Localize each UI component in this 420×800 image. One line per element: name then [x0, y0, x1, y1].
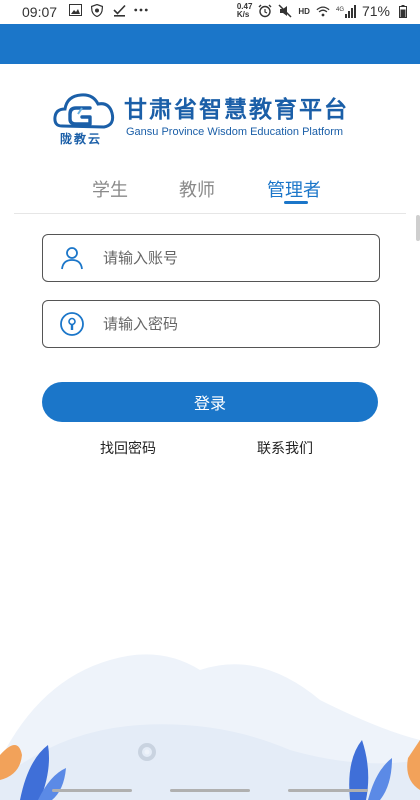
net-speed: 0.47 K/s — [236, 2, 253, 19]
wifi-icon — [316, 4, 330, 18]
password-field[interactable] — [42, 300, 380, 348]
signal-icon: 4G — [336, 4, 356, 18]
svg-text:4G: 4G — [336, 7, 344, 13]
bottom-decoration — [0, 654, 420, 800]
header-bar — [0, 24, 420, 64]
password-input[interactable] — [101, 314, 355, 334]
contact-us-link[interactable]: 联系我们 — [257, 438, 313, 458]
active-tab-indicator — [284, 201, 308, 204]
account-field[interactable] — [42, 234, 380, 282]
hd-label: HD — [298, 6, 310, 16]
tab-student[interactable]: 学生 — [92, 176, 128, 202]
gallery-icon — [68, 3, 82, 17]
forgot-password-link[interactable]: 找回密码 — [100, 438, 156, 458]
tab-teacher[interactable]: 教师 — [179, 176, 215, 202]
tab-administrator[interactable]: 管理者 — [267, 176, 321, 202]
login-button[interactable]: 登录 — [42, 382, 378, 422]
nav-recent-handle[interactable] — [288, 789, 368, 792]
platform-logo: 陇教云 甘肃省智慧教育平台 Gansu Province Wisdom Educ… — [52, 86, 372, 152]
role-tabs: 学生 教师 管理者 — [0, 172, 420, 212]
user-icon — [59, 245, 85, 271]
battery-icon — [396, 4, 410, 18]
status-bar: 09:07 0.47 K/s HD 4G 71% — [0, 0, 420, 24]
more-icon — [134, 3, 148, 17]
lock-icon — [59, 311, 85, 337]
battery-percent: 71% — [361, 3, 390, 19]
logo-sub-label: 陇教云 — [60, 132, 103, 146]
nav-back-handle[interactable] — [52, 789, 132, 792]
account-input[interactable] — [101, 248, 355, 268]
shield-icon — [90, 3, 104, 17]
nav-home-handle[interactable] — [170, 789, 250, 792]
tabs-divider — [14, 213, 406, 214]
scroll-handle[interactable] — [416, 215, 420, 241]
alarm-icon — [258, 4, 272, 18]
mute-icon — [278, 4, 292, 18]
logo-subtitle-en: Gansu Province Wisdom Education Platform — [126, 126, 344, 138]
logo-title: 甘肃省智慧教育平台 — [124, 97, 349, 123]
status-time: 09:07 — [22, 4, 58, 20]
check-download-icon — [112, 3, 126, 17]
